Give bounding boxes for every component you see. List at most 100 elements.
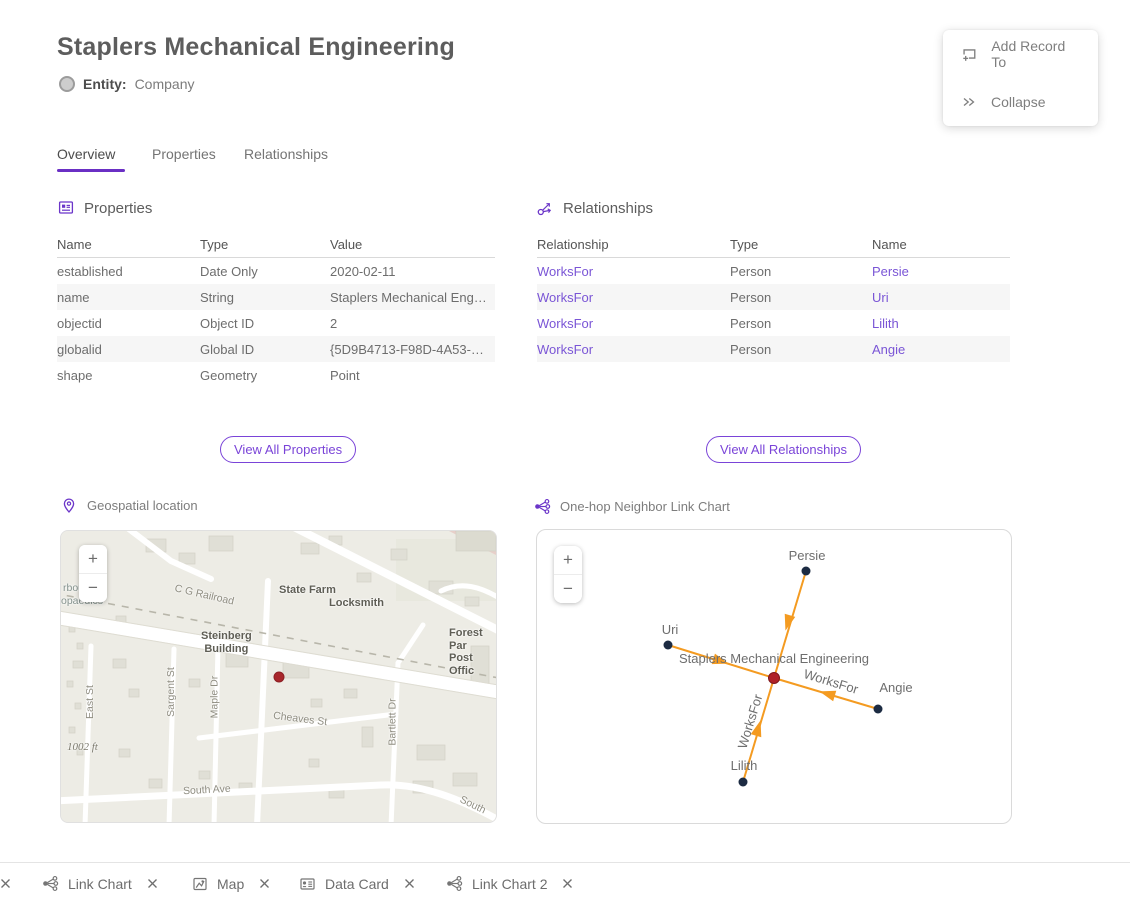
entity-link[interactable]: Persie (872, 264, 1010, 279)
relationships-icon (536, 199, 554, 217)
relationship-link[interactable]: WorksFor (537, 290, 730, 305)
link-chart-zoom-in-button[interactable]: + (554, 546, 582, 574)
relationship-link[interactable]: WorksFor (537, 342, 730, 357)
view-all-properties-button[interactable]: View All Properties (220, 436, 356, 463)
close-icon[interactable] (0, 878, 11, 889)
prop-type: Date Only (200, 264, 330, 279)
node-label-angie: Angie (879, 680, 912, 695)
close-icon[interactable] (562, 878, 573, 889)
partial-tab-close[interactable] (0, 863, 11, 903)
prop-type: Object ID (200, 316, 330, 331)
relationships-table-header: Relationship Type Name (537, 232, 1010, 258)
prop-type: Global ID (200, 342, 330, 357)
map-label-bartlett-dr: Bartlett Dr (387, 698, 399, 745)
table-row: name String Staplers Mechanical Eng… (57, 284, 495, 310)
node-label-persie: Persie (789, 548, 826, 563)
close-icon[interactable] (259, 878, 270, 889)
column-header: Name (872, 237, 1010, 252)
tab-relationships[interactable]: Relationships (244, 146, 328, 162)
prop-name: objectid (57, 316, 200, 331)
prop-name: globalid (57, 342, 200, 357)
link-chart-tab-icon (446, 875, 463, 892)
bottom-tab-data-card[interactable]: Data Card (299, 863, 415, 903)
prop-value: Staplers Mechanical Eng… (330, 290, 495, 305)
relationship-link[interactable]: WorksFor (537, 264, 730, 279)
link-chart-tab-icon (42, 875, 59, 892)
prop-value: 2020-02-11 (330, 264, 495, 279)
map-zoom-in-button[interactable]: + (79, 545, 107, 573)
prop-type: Geometry (200, 368, 330, 383)
bottom-tab-map[interactable]: Map (192, 863, 270, 903)
menu-item-add-record-to[interactable]: Add Record To (943, 30, 1098, 78)
prop-value: {5D9B4713-F98D-4A53-… (330, 342, 495, 357)
table-row: objectid Object ID 2 (57, 310, 495, 336)
context-menu: Add Record To Collapse (943, 30, 1098, 126)
link-chart-zoom-controls: + − (554, 546, 582, 603)
map-label-east-st: East St (84, 685, 96, 719)
column-header: Type (200, 237, 330, 252)
close-icon[interactable] (404, 878, 415, 889)
geospatial-section-header: Geospatial location (61, 497, 198, 514)
map-scale-label: 1002 ft (67, 741, 98, 754)
collapse-icon (961, 94, 977, 110)
menu-item-label: Collapse (991, 94, 1045, 110)
column-header: Relationship (537, 237, 730, 252)
entity-type: Company (135, 76, 195, 92)
map-label-sargent-st: Sargent St (165, 667, 177, 717)
rel-type: Person (730, 264, 872, 279)
entity-link[interactable]: Lilith (872, 316, 1010, 331)
table-row: shape Geometry Point (57, 362, 495, 388)
tab-overview[interactable]: Overview (57, 146, 115, 162)
link-chart-canvas[interactable]: Persie Uri Staplers Mechanical Engineeri… (536, 529, 1012, 824)
map-label-south-ave: South Ave (183, 783, 231, 798)
link-chart-icon (534, 498, 551, 515)
entity-row: Entity: Company (59, 76, 194, 92)
node-label-center: Staplers Mechanical Engineering (679, 651, 869, 666)
bottom-tab-bar: Link Chart Map (0, 862, 1130, 903)
map-label-maple-dr: Maple Dr (208, 676, 220, 719)
node-label-uri: Uri (662, 622, 679, 637)
bottom-tab-label: Map (217, 876, 244, 892)
entity-link[interactable]: Uri (872, 290, 1010, 305)
properties-section-title: Properties (84, 200, 152, 217)
relationship-link[interactable]: WorksFor (537, 316, 730, 331)
map-zoom-controls: + − (79, 545, 107, 602)
map-tab-icon (192, 876, 208, 892)
close-icon[interactable] (147, 878, 158, 889)
location-pin-icon (61, 497, 77, 514)
tab-properties[interactable]: Properties (152, 146, 216, 162)
menu-item-collapse[interactable]: Collapse (943, 78, 1098, 126)
link-chart-graph (537, 530, 1011, 823)
node-angie[interactable] (874, 705, 883, 714)
bottom-tab-link-chart-2[interactable]: Link Chart 2 (446, 863, 573, 903)
bottom-tab-label: Data Card (325, 876, 389, 892)
map-label-post-office: Forest Par Post Offic (449, 627, 496, 678)
view-all-relationships-button[interactable]: View All Relationships (706, 436, 861, 463)
map-entity-marker (274, 672, 284, 682)
properties-table-header: Name Type Value (57, 232, 495, 258)
node-center[interactable] (769, 673, 780, 684)
column-header: Name (57, 237, 200, 252)
menu-item-label: Add Record To (991, 38, 1080, 70)
map-label-state-farm: State Farm (279, 584, 336, 597)
rel-type: Person (730, 316, 872, 331)
properties-icon (57, 199, 75, 217)
map-label-locksmith: Locksmith (329, 597, 384, 610)
bottom-tab-label: Link Chart 2 (472, 876, 547, 892)
node-lilith[interactable] (739, 778, 748, 787)
properties-section-header: Properties (57, 199, 152, 217)
node-uri[interactable] (664, 641, 673, 650)
table-row: established Date Only 2020-02-11 (57, 258, 495, 284)
column-header: Type (730, 237, 872, 252)
link-chart-zoom-out-button[interactable]: − (554, 574, 582, 603)
bottom-tab-link-chart[interactable]: Link Chart (42, 863, 158, 903)
node-persie[interactable] (802, 567, 811, 576)
relationships-section-header: Relationships (536, 199, 653, 217)
entity-link[interactable]: Angie (872, 342, 1010, 357)
map-canvas[interactable]: rbour opaedics C G Railroad State Farm L… (60, 530, 497, 823)
page-title: Staplers Mechanical Engineering (57, 33, 455, 62)
table-row: globalid Global ID {5D9B4713-F98D-4A53-… (57, 336, 495, 362)
bottom-tab-label: Link Chart (68, 876, 132, 892)
map-zoom-out-button[interactable]: − (79, 573, 107, 602)
add-record-icon (961, 46, 977, 63)
